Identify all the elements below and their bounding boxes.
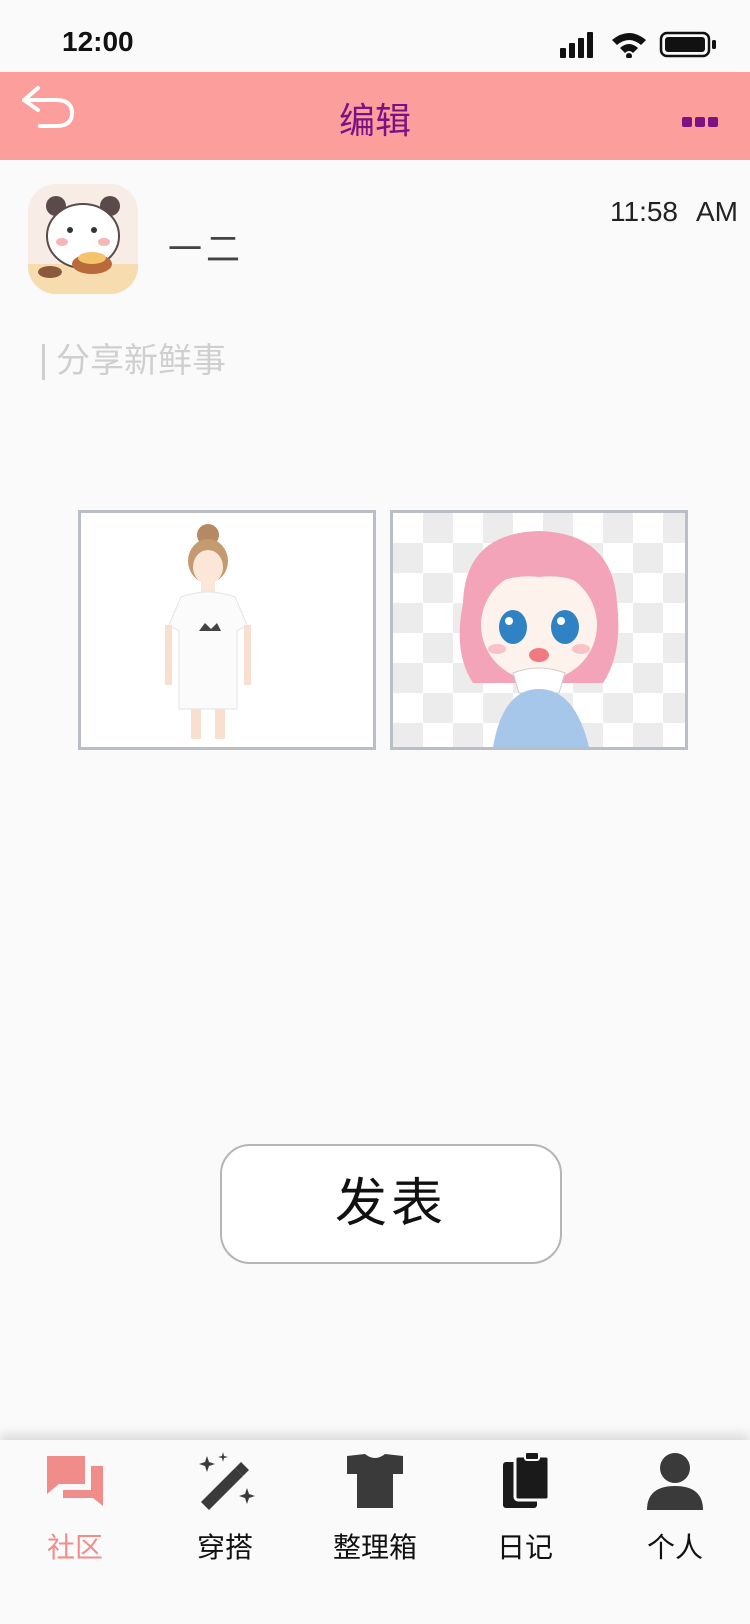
post-time-value: 11:58: [610, 196, 678, 227]
signal-icon: [560, 32, 593, 58]
avatar[interactable]: [28, 184, 138, 294]
tab-bar: 社区 穿搭 整理箱 日记 个人: [0, 1440, 750, 1624]
post-content-input[interactable]: [40, 336, 696, 386]
girl-dress-image: [81, 513, 373, 747]
tab-profile-label: 个人: [646, 1531, 703, 1564]
battery-icon: [659, 31, 716, 58]
panda-avatar-icon: [28, 184, 138, 294]
tab-outfit-label: 穿搭: [196, 1531, 253, 1564]
tab-diary[interactable]: 日记: [450, 1440, 600, 1580]
post-time: 11:58 AM: [610, 196, 738, 228]
anime-girl-image: [459, 531, 619, 747]
attached-image-1[interactable]: [78, 510, 376, 750]
status-bar: 12:00: [0, 0, 750, 72]
page-title: 编辑: [338, 101, 411, 142]
status-time: 12:00: [62, 26, 134, 57]
shirt-icon: [347, 1454, 403, 1508]
tab-community-label: 社区: [46, 1531, 103, 1564]
publish-button[interactable]: 发表: [220, 1144, 562, 1264]
more-icon[interactable]: [682, 112, 722, 127]
chat-icon: [47, 1456, 103, 1506]
magic-wand-icon: [199, 1452, 255, 1510]
tab-wardrobe[interactable]: 整理箱: [300, 1440, 450, 1580]
clipboard-icon: [503, 1452, 551, 1508]
tab-wardrobe-label: 整理箱: [332, 1531, 417, 1564]
attached-image-2[interactable]: [390, 510, 688, 750]
tab-community[interactable]: 社区: [0, 1440, 150, 1580]
person-icon: [647, 1453, 703, 1510]
screen: 12:00 编辑 一二 11:58 AM 分享新鲜事 发表 社区 穿搭 整理箱 …: [0, 0, 750, 1624]
nav-bar: 编辑: [0, 72, 750, 160]
author-name: 一二: [168, 230, 244, 270]
tab-profile[interactable]: 个人: [600, 1440, 750, 1580]
tab-outfit[interactable]: 穿搭: [150, 1440, 300, 1580]
status-icons: [560, 31, 716, 58]
wifi-icon: [612, 33, 646, 58]
post-time-suffix: AM: [696, 196, 738, 227]
tab-diary-label: 日记: [496, 1531, 553, 1564]
